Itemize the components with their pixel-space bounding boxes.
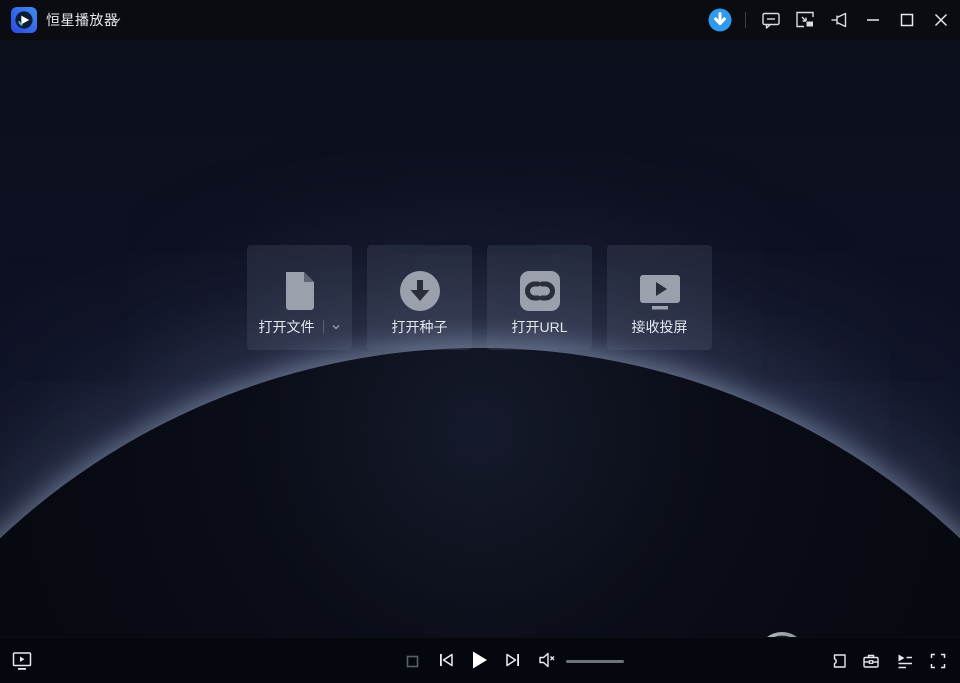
- minimize-icon[interactable]: [860, 7, 886, 33]
- screen-cast-icon: [637, 273, 683, 318]
- receive-cast-button[interactable]: 接收投屏: [607, 245, 712, 350]
- receive-cast-label: 接收投屏: [632, 317, 688, 337]
- player-window: 恒星播放器: [0, 0, 960, 683]
- chevron-down-icon[interactable]: [110, 14, 122, 26]
- volume-slider-track[interactable]: [566, 660, 624, 663]
- media-monitor-icon[interactable]: [10, 649, 34, 673]
- titlebar-right-icons: [703, 0, 960, 40]
- titlebar-divider: [745, 12, 746, 28]
- volume-muted-icon[interactable]: [537, 650, 559, 670]
- open-url-label: 打开URL: [511, 317, 567, 337]
- torrent-download-icon: [398, 269, 442, 318]
- mini-mode-icon[interactable]: [792, 7, 818, 33]
- open-url-button[interactable]: 打开URL: [487, 245, 592, 350]
- open-file-button[interactable]: 打开文件: [247, 245, 352, 350]
- titlebar: 恒星播放器: [0, 0, 960, 40]
- planet-backdrop: [0, 348, 960, 637]
- pin-on-top-icon[interactable]: [826, 7, 852, 33]
- app-title: 恒星播放器: [46, 0, 119, 40]
- close-icon[interactable]: [928, 7, 954, 33]
- previous-icon[interactable]: [436, 650, 456, 670]
- open-torrent-label: 打开种子: [392, 317, 448, 337]
- download-update-icon[interactable]: [707, 7, 733, 33]
- app-logo-icon: [11, 7, 37, 33]
- toolbox-icon[interactable]: [861, 651, 880, 670]
- open-torrent-button[interactable]: 打开种子: [367, 245, 472, 350]
- chevron-down-icon[interactable]: [331, 322, 341, 332]
- open-file-label: 打开文件: [259, 317, 315, 337]
- volume-slider[interactable]: [566, 659, 624, 663]
- playback-bar: [0, 637, 960, 683]
- open-file-label-row: 打开文件: [247, 317, 352, 337]
- maximize-icon[interactable]: [894, 7, 920, 33]
- playlist-icon[interactable]: [895, 651, 914, 670]
- fullscreen-icon[interactable]: [928, 651, 947, 670]
- feedback-chat-icon[interactable]: [758, 7, 784, 33]
- puzzle-icon[interactable]: [829, 651, 848, 670]
- stop-icon[interactable]: [404, 653, 420, 669]
- next-icon[interactable]: [503, 650, 523, 670]
- file-icon: [280, 269, 320, 318]
- link-icon: [518, 269, 562, 318]
- label-divider: [323, 320, 324, 334]
- play-icon[interactable]: [466, 647, 492, 673]
- open-actions: 打开文件 打开种子: [247, 245, 712, 350]
- main-area: 打开文件 打开种子: [0, 40, 960, 637]
